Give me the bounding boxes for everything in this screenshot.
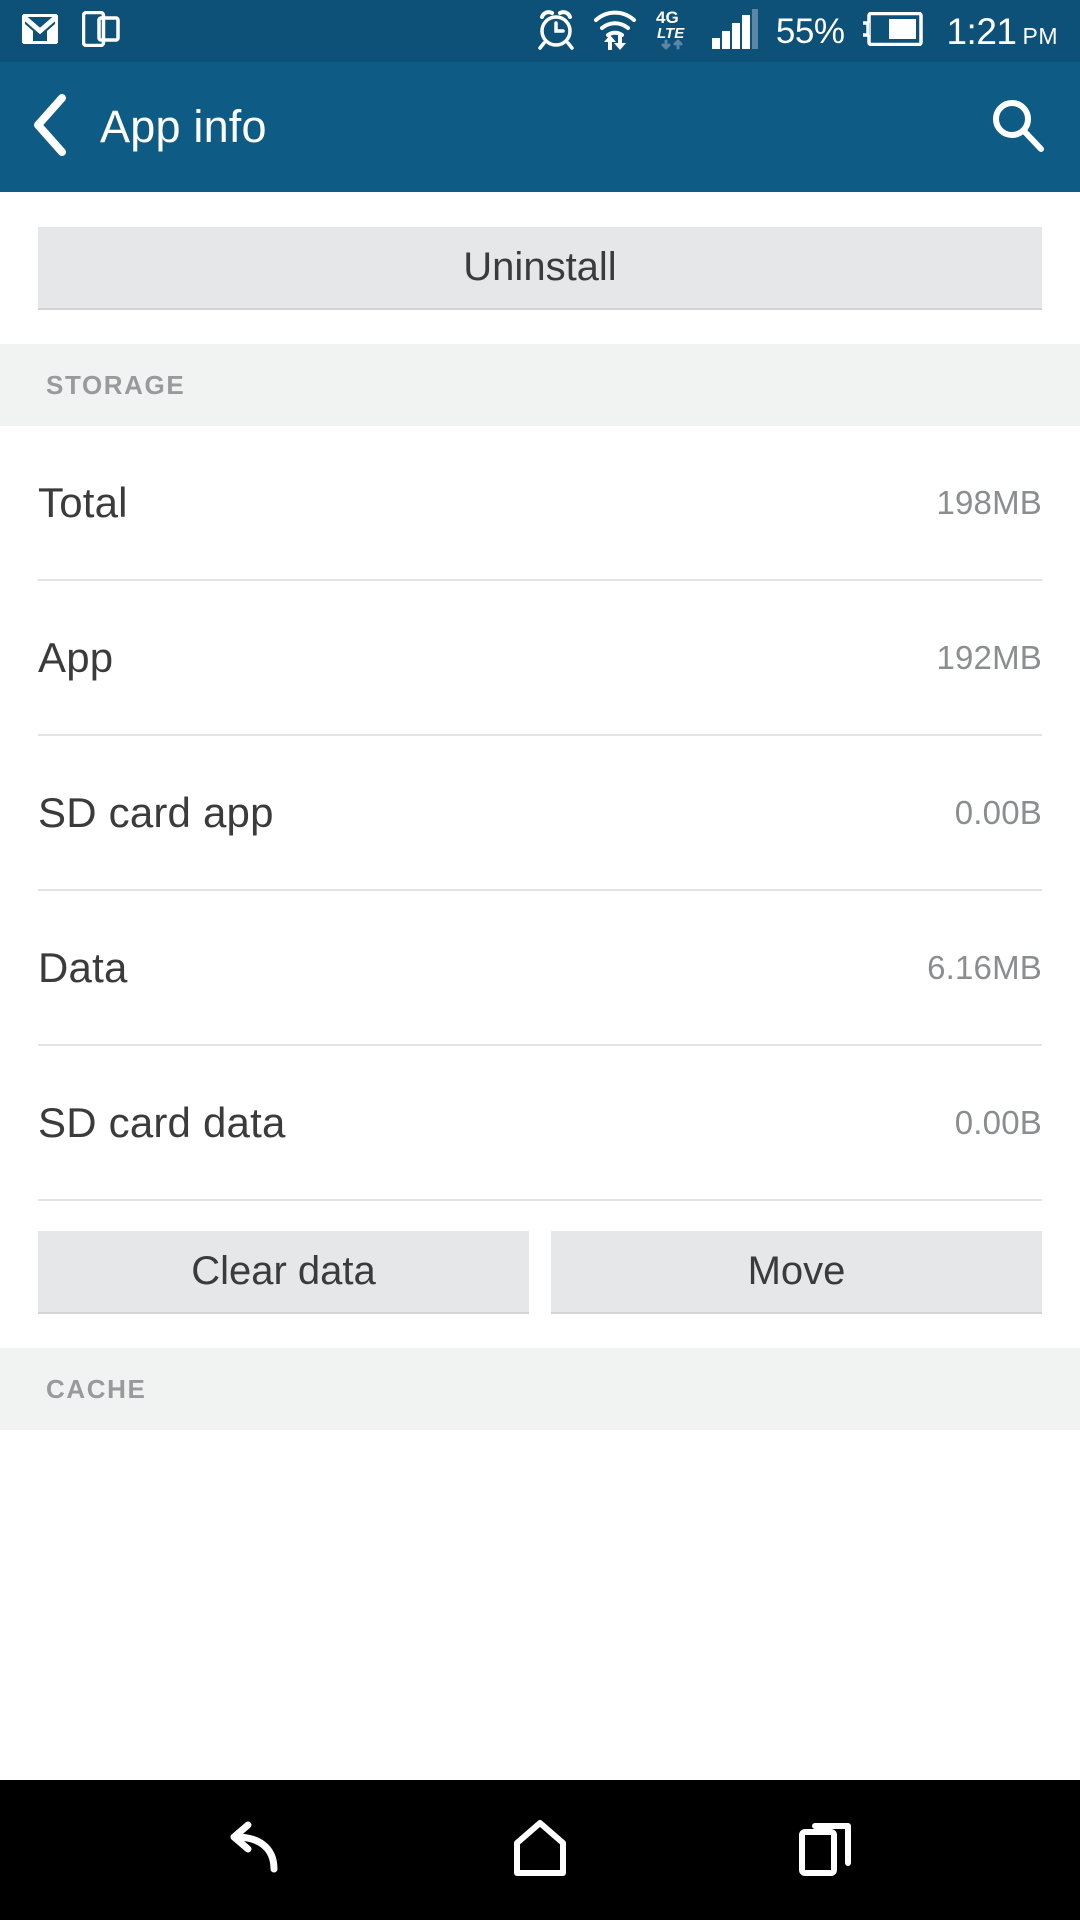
storage-row-value: 0.00B — [954, 1103, 1042, 1141]
app-bar: App info — [0, 62, 1080, 192]
storage-row-data[interactable]: Data 6.16MB — [38, 891, 1042, 1046]
storage-row-sd-card-data[interactable]: SD card data 0.00B — [38, 1046, 1042, 1201]
app-info-content: Uninstall STORAGE Total 198MB App 192MB … — [0, 192, 1080, 1780]
home-nav-icon — [512, 1819, 568, 1882]
cache-section-header: CACHE — [0, 1348, 1080, 1430]
recents-nav-button[interactable] — [767, 1790, 887, 1910]
storage-row-value: 6.16MB — [927, 948, 1042, 986]
storage-row-label: Data — [38, 943, 128, 991]
back-nav-icon — [222, 1819, 284, 1882]
battery-icon — [863, 11, 924, 51]
storage-row-label: SD card data — [38, 1098, 286, 1146]
alarm-clock-icon — [536, 8, 576, 55]
search-button[interactable] — [988, 96, 1046, 159]
4g-lte-icon: 4G LTE — [654, 7, 694, 56]
status-bar: 4G LTE 55% 1:21 PM — [0, 0, 1080, 62]
home-nav-button[interactable] — [480, 1790, 600, 1910]
clock-time: 1:21 — [946, 10, 1017, 52]
recents-nav-icon — [798, 1819, 856, 1882]
storage-row-label: SD card app — [38, 788, 274, 836]
back-button[interactable] — [30, 93, 72, 161]
search-icon — [988, 96, 1046, 159]
uninstall-button-row: Uninstall — [0, 192, 1080, 344]
system-navigation-bar — [0, 1780, 1080, 1920]
move-button[interactable]: Move — [551, 1231, 1042, 1314]
svg-text:LTE: LTE — [657, 25, 685, 42]
storage-row-sd-card-app[interactable]: SD card app 0.00B — [38, 736, 1042, 891]
uninstall-button[interactable]: Uninstall — [38, 227, 1042, 310]
chevron-left-icon — [30, 93, 72, 161]
page-title: App info — [100, 101, 267, 152]
clock-display: 1:21 PM — [946, 13, 1058, 50]
status-bar-right-icons: 4G LTE 55% 1:21 PM — [536, 7, 1058, 56]
storage-section-header: STORAGE — [0, 344, 1080, 426]
gmail-icon — [21, 12, 59, 49]
cast-screen-icon — [81, 10, 120, 52]
storage-action-buttons: Clear data Move — [0, 1201, 1080, 1348]
back-nav-button[interactable] — [193, 1790, 313, 1910]
storage-rows: Total 198MB App 192MB SD card app 0.00B … — [0, 426, 1080, 1201]
status-bar-left-icons — [21, 10, 120, 52]
storage-row-label: Total — [38, 478, 128, 526]
storage-row-value: 0.00B — [954, 793, 1042, 831]
storage-row-value: 192MB — [936, 638, 1042, 676]
storage-row-total[interactable]: Total 198MB — [38, 426, 1042, 581]
battery-percent-label: 55% — [775, 11, 845, 51]
clock-ampm: PM — [1022, 22, 1058, 49]
wifi-icon — [593, 8, 637, 55]
storage-row-label: App — [38, 633, 114, 681]
clear-data-button[interactable]: Clear data — [38, 1231, 529, 1314]
storage-row-app[interactable]: App 192MB — [38, 581, 1042, 736]
signal-bars-icon — [711, 8, 759, 54]
storage-row-value: 198MB — [936, 483, 1042, 521]
